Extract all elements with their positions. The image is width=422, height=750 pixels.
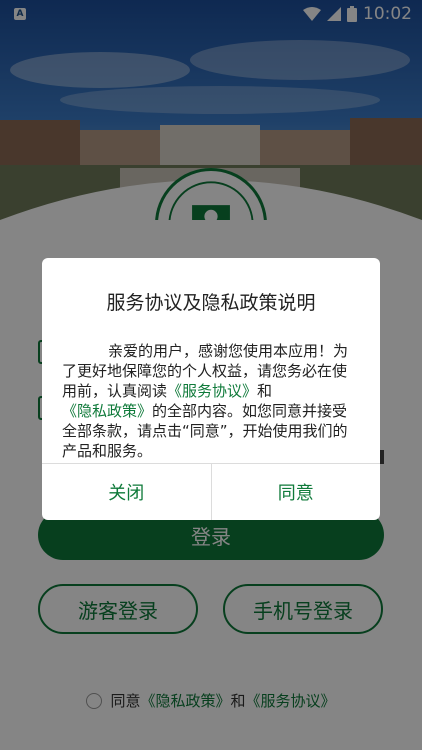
privacy-dialog: 服务协议及隐私政策说明 亲爱的用户，感谢您使用本应用！为了更好地保障您的个人权益… <box>42 258 380 520</box>
dialog-close-button[interactable]: 关闭 <box>42 464 211 520</box>
dialog-privacy-link[interactable]: 《隐私政策》 <box>62 402 152 420</box>
dialog-service-link[interactable]: 《服务协议》 <box>167 382 257 400</box>
dialog-actions: 关闭 同意 <box>42 463 380 520</box>
dialog-title: 服务协议及隐私政策说明 <box>106 292 316 314</box>
dialog-agree-button[interactable]: 同意 <box>210 464 381 520</box>
dialog-body-and: 和 <box>257 382 273 400</box>
dialog-body: 亲爱的用户，感谢您使用本应用！为了更好地保障您的个人权益，请您务必在使用前，认真… <box>62 341 358 461</box>
